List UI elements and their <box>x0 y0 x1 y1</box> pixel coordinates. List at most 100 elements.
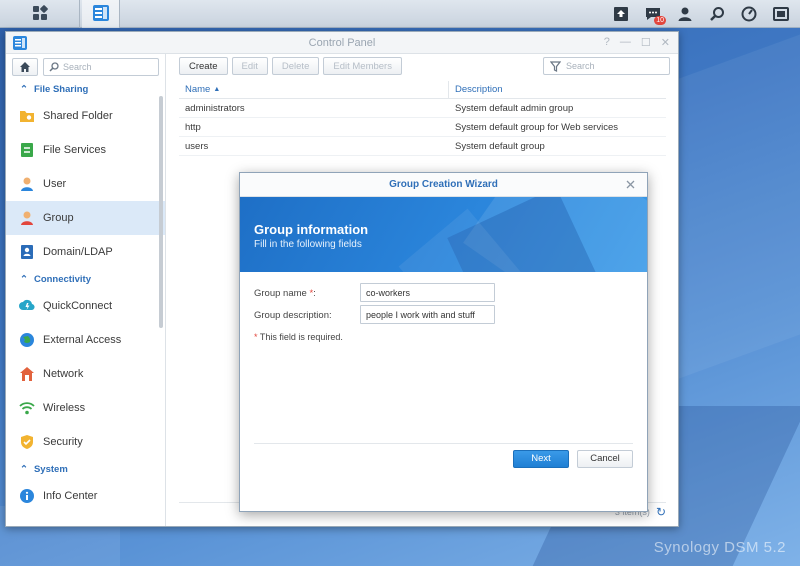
edit-button[interactable]: Edit <box>231 57 268 75</box>
sidebar-item-external-access[interactable]: External Access <box>6 323 165 357</box>
section-label: File Sharing <box>33 83 89 95</box>
filter-icon <box>550 60 561 72</box>
wizard-body: Group name *: co-workers Group descripti… <box>240 272 647 479</box>
sidebar-item-label: Shared Folder <box>43 110 113 122</box>
section-label: System <box>33 463 68 475</box>
sidebar-item-network[interactable]: Network <box>6 357 165 391</box>
user-icon <box>19 176 35 192</box>
refresh-icon[interactable]: ↻ <box>656 505 666 519</box>
chevron-up-icon: ⌃ <box>20 463 28 475</box>
delete-button[interactable]: Delete <box>271 57 320 75</box>
table-row[interactable]: users System default group <box>179 137 666 156</box>
maximize-icon[interactable]: ☐ <box>641 36 651 49</box>
chevron-up-icon: ⌃ <box>20 273 28 285</box>
section-label: Connectivity <box>33 273 91 285</box>
wizard-banner: Group information Fill in the following … <box>240 197 647 272</box>
sidebar-item-info-center[interactable]: Info Center <box>6 479 165 513</box>
dashboard-icon <box>741 6 757 22</box>
minimize-icon[interactable]: — <box>620 36 631 49</box>
sidebar-scrollbar[interactable] <box>159 96 163 328</box>
cell-name: administrators <box>185 102 245 114</box>
person-icon <box>678 7 692 21</box>
upload-queue-button[interactable] <box>610 3 632 25</box>
cell-name: http <box>185 121 201 133</box>
cancel-button[interactable]: Cancel <box>577 449 633 468</box>
taskbar-control-panel-button[interactable] <box>82 0 120 28</box>
window-controls: ? — ☐ ✕ <box>604 36 670 49</box>
table-header: Name ▲ Description <box>179 81 666 99</box>
column-header-label: Description <box>455 84 503 95</box>
sidebar-item-label: User <box>43 178 67 190</box>
sidebar-item-security[interactable]: Security <box>6 425 165 459</box>
search-button[interactable] <box>706 3 728 25</box>
window-title: Control Panel <box>308 37 376 49</box>
widgets-button[interactable] <box>738 3 760 25</box>
external-access-icon <box>19 332 35 348</box>
shared-folder-icon <box>19 108 35 124</box>
sidebar-item-label: Wireless <box>43 402 86 414</box>
wizard-title: Group Creation Wizard <box>389 179 498 190</box>
sidebar-item-label: Security <box>43 436 83 448</box>
notifications-button[interactable]: 10 <box>642 3 666 25</box>
cell-description: System default group <box>455 140 545 152</box>
sort-ascending-icon: ▲ <box>213 86 221 93</box>
table-row[interactable]: http System default group for Web servic… <box>179 118 666 137</box>
sidebar-item-file-services[interactable]: File Services <box>6 133 165 167</box>
desktop-icon <box>773 7 789 21</box>
main-menu-button[interactable] <box>0 0 80 28</box>
network-icon <box>19 366 35 382</box>
sidebar-item-label: Info Center <box>43 490 98 502</box>
quickconnect-icon <box>19 298 35 314</box>
close-icon[interactable] <box>623 177 637 191</box>
show-desktop-button[interactable] <box>770 3 792 25</box>
filter-search-placeholder: Search <box>566 61 595 71</box>
section-file-sharing[interactable]: ⌃ File Sharing <box>6 79 165 99</box>
desktop-shape <box>660 34 800 386</box>
group-name-label: Group name *: <box>254 288 316 299</box>
sidebar-top: Search <box>6 54 165 79</box>
help-icon[interactable]: ? <box>604 36 610 49</box>
search-icon <box>710 7 724 21</box>
section-system[interactable]: ⌃ System <box>6 459 165 479</box>
group-description-label: Group description: <box>254 310 332 321</box>
create-button[interactable]: Create <box>179 57 228 75</box>
next-button[interactable]: Next <box>513 449 569 468</box>
user-options-button[interactable] <box>674 3 696 25</box>
table-row[interactable]: administrators System default admin grou… <box>179 99 666 118</box>
wireless-icon <box>19 400 35 416</box>
window-titlebar[interactable]: Control Panel ? — ☐ ✕ <box>6 32 678 54</box>
required-note-text: This field is required. <box>259 332 343 342</box>
sidebar-item-label: File Services <box>43 144 106 156</box>
group-name-input[interactable]: co-workers <box>360 283 495 302</box>
sidebar-item-wireless[interactable]: Wireless <box>6 391 165 425</box>
notification-badge: 10 <box>654 16 666 25</box>
sidebar: Search ⌃ File Sharing Shared Folder File… <box>6 54 166 526</box>
group-description-input[interactable]: people I work with and stuff <box>360 305 495 324</box>
wizard-heading: Group information <box>254 222 369 237</box>
column-header-name[interactable]: Name ▲ <box>179 81 449 98</box>
sidebar-search-input[interactable]: Search <box>43 57 159 76</box>
cell-description: System default group for Web services <box>455 121 618 133</box>
sidebar-item-quickconnect[interactable]: QuickConnect <box>6 289 165 323</box>
home-icon <box>20 61 30 72</box>
edit-members-button[interactable]: Edit Members <box>323 57 402 75</box>
cell-description: System default admin group <box>455 102 574 114</box>
sidebar-item-shared-folder[interactable]: Shared Folder <box>6 99 165 133</box>
group-creation-wizard: Group Creation Wizard Group information … <box>239 172 648 512</box>
column-header-description[interactable]: Description <box>449 81 666 98</box>
sidebar-item-group[interactable]: Group <box>6 201 165 235</box>
required-note: * This field is required. <box>254 332 343 342</box>
sidebar-item-domain-ldap[interactable]: Domain/LDAP <box>6 235 165 269</box>
sidebar-item-user[interactable]: User <box>6 167 165 201</box>
column-header-label: Name <box>185 84 211 95</box>
cell-name: users <box>185 140 209 152</box>
home-button[interactable] <box>12 57 38 76</box>
wizard-titlebar[interactable]: Group Creation Wizard <box>240 173 647 197</box>
filter-search-input[interactable]: Search <box>543 57 670 75</box>
wizard-subheading: Fill in the following fields <box>254 239 362 250</box>
control-panel-icon <box>91 3 111 26</box>
section-connectivity[interactable]: ⌃ Connectivity <box>6 269 165 289</box>
close-icon[interactable]: ✕ <box>661 36 670 49</box>
taskbar: 10 <box>0 0 800 28</box>
chevron-up-icon: ⌃ <box>20 83 28 95</box>
